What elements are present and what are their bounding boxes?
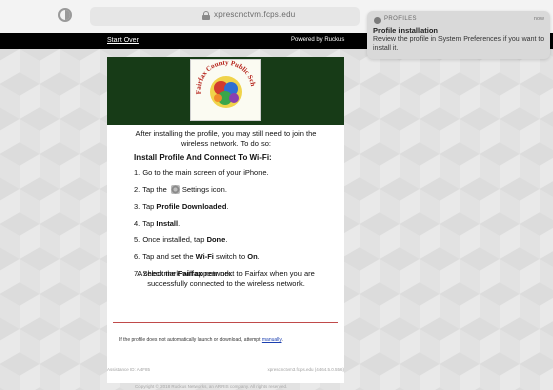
step-3: 3. Tap Profile Downloaded.: [134, 202, 229, 211]
settings-gear-icon: [170, 185, 180, 194]
server-info: xprescnctvm3.fcps.edu (4464.5.0.556): [267, 367, 344, 372]
url-text: xprescnctvm.fcps.edu: [214, 10, 296, 19]
divider: [113, 322, 338, 323]
school-logo: Fairfax County Public Schools: [189, 54, 261, 121]
step-6-bold-wifi: Wi-Fi: [195, 252, 214, 261]
step-5-pre: 5. Once installed, tap: [134, 235, 205, 244]
step-4: 4. Tap Install.: [134, 219, 180, 228]
manually-link[interactable]: manually: [262, 337, 282, 343]
instructions-card: Fairfax County Public Schools After inst…: [107, 54, 344, 383]
step-4-pre: 4. Tap: [134, 219, 155, 228]
fcps-logo-icon: Fairfax County Public Schools: [189, 54, 257, 108]
step-3-pre: 3. Tap: [134, 202, 155, 211]
footnote-text: If the profile does not automatically la…: [119, 337, 261, 343]
step-5-post: .: [225, 235, 228, 244]
step-6-bold-on: On: [247, 252, 258, 261]
step-6-mid: switch to: [215, 252, 246, 261]
copyright: Copyright © 2018 Ruckus Networks, an ARR…: [135, 384, 288, 389]
footnote: If the profile does not automatically la…: [119, 337, 283, 343]
step-6-post: .: [257, 252, 260, 261]
privacy-shield-icon[interactable]: [58, 8, 72, 22]
profile-notification[interactable]: PROFILES now Profile installation Review…: [367, 11, 550, 59]
step-2-pre: 2. Tap the: [134, 185, 167, 194]
step-2: 2. Tap the Settings icon.: [134, 185, 227, 194]
step-2-post: Settings icon.: [181, 185, 227, 194]
notification-title: Profile installation: [373, 26, 439, 35]
lock-icon: [202, 11, 210, 20]
card-header: Fairfax County Public Schools: [107, 54, 344, 125]
powered-by-text: Powered by Ruckus: [291, 37, 345, 43]
page-content: Start Over Powered by Ruckus Fairfax Cou…: [0, 33, 553, 390]
footnote-end: .: [281, 337, 283, 343]
steps-title: Install Profile And Connect To Wi-Fi:: [134, 153, 272, 162]
assistance-id: Assistance ID: A4F85: [107, 367, 151, 372]
profiles-app-icon: [374, 17, 381, 24]
notification-app-name: PROFILES: [384, 16, 417, 22]
notification-time: now: [533, 16, 544, 22]
start-over-link[interactable]: Start Over: [107, 37, 139, 44]
intro-text: After installing the profile, you may st…: [135, 129, 317, 148]
step-3-post: .: [226, 202, 229, 211]
step-6-pre: 6. Tap and set the: [134, 252, 194, 261]
step-4-bold: Install: [156, 219, 179, 228]
address-bar[interactable]: xprescnctvm.fcps.edu: [90, 7, 445, 26]
notification-body: Review the profile in System Preferences…: [373, 36, 545, 52]
step-4-post: .: [178, 219, 181, 228]
step-6: 6. Tap and set the Wi-Fi switch to On.: [134, 252, 260, 261]
step-1: 1. Go to the main screen of your iPhone.: [134, 168, 269, 177]
step-5-bold: Done: [206, 235, 226, 244]
step-3-bold: Profile Downloaded: [156, 202, 227, 211]
step-5: 5. Once installed, tap Done.: [134, 235, 227, 244]
checkmark-note: A checkmark will appear next to Fairfax …: [137, 269, 315, 288]
